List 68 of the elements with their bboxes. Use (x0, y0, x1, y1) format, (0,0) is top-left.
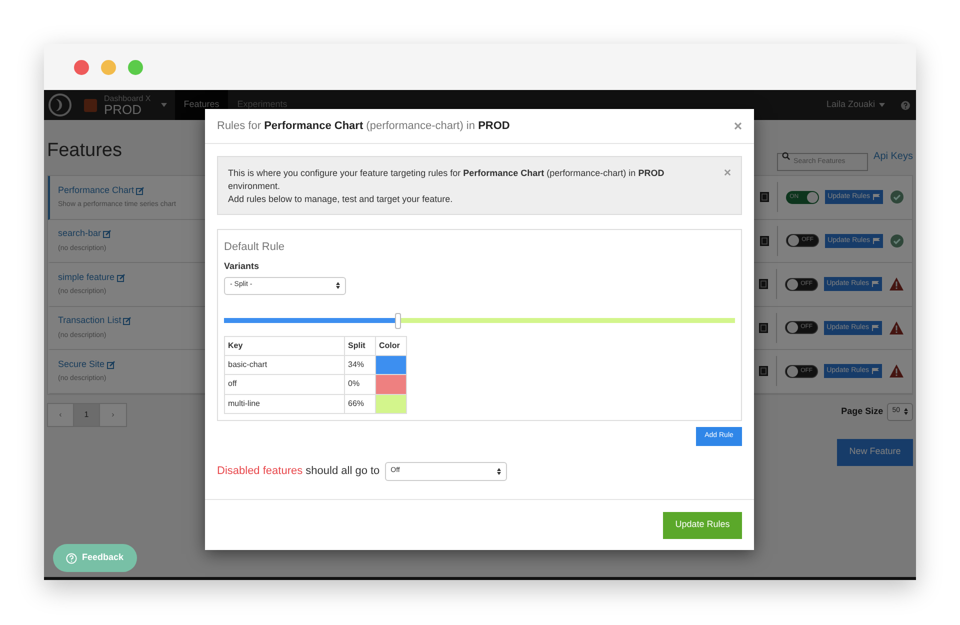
table-cell: off (224, 374, 344, 394)
variants-label: Variants (224, 260, 260, 273)
clipboard-icon[interactable] (758, 279, 768, 290)
help-icon (66, 552, 77, 564)
edit-icon[interactable] (136, 186, 144, 194)
clipboard-icon[interactable] (760, 192, 769, 202)
split-slider[interactable] (224, 314, 735, 326)
close-icon[interactable] (734, 122, 742, 130)
close-window-button[interactable] (74, 60, 89, 74)
close-icon[interactable] (724, 169, 731, 176)
select-arrows-icon (496, 468, 501, 475)
feedback-button[interactable]: Feedback (53, 544, 137, 572)
maximize-window-button[interactable] (128, 60, 143, 74)
environment-switcher[interactable]: Dashboard X PROD (104, 94, 175, 116)
alert-text: Add rules below to manage, test and target your feature. (228, 193, 454, 206)
clipboard-icon[interactable] (760, 236, 769, 246)
slider-handle[interactable] (394, 312, 401, 328)
flag-icon (873, 194, 880, 200)
feature-name[interactable]: Transaction List (58, 314, 122, 328)
edit-icon[interactable] (123, 317, 132, 325)
column-header: Split (344, 336, 376, 355)
column-header: Key (224, 336, 344, 355)
disabled-features-text: Disabled features should all go to (217, 464, 380, 480)
page-size-label: Page Size (841, 404, 884, 418)
column-header: Color (376, 336, 406, 355)
color-swatch[interactable] (376, 394, 406, 414)
clipboard-icon[interactable] (758, 322, 768, 333)
help-icon[interactable] (901, 100, 910, 110)
edit-icon[interactable] (106, 360, 115, 368)
warning-icon (889, 277, 904, 292)
alert-text: environment. (228, 180, 282, 193)
edit-icon[interactable] (116, 274, 125, 282)
page-title: Features (47, 138, 122, 162)
color-swatch[interactable] (376, 355, 406, 374)
logo-icon[interactable] (48, 93, 72, 117)
next-page-button[interactable]: › (100, 404, 126, 426)
warning-icon (889, 364, 904, 378)
feature-name[interactable]: simple feature (58, 270, 115, 284)
caret-icon (879, 103, 885, 107)
search-icon (782, 152, 790, 160)
new-feature-button[interactable]: New Feature (837, 438, 913, 466)
rule-title: Default Rule (224, 242, 286, 253)
feature-name[interactable]: Secure Site (58, 358, 105, 372)
api-keys-link[interactable]: Api Keys (874, 148, 913, 164)
flag-icon (872, 324, 879, 331)
caret-icon (160, 103, 167, 107)
select-arrows-icon (336, 282, 340, 289)
table-cell: multi-line (224, 394, 344, 414)
alert-text: This is where you configure your feature targeting rules for Performance Chart (performance-chart) in PROD (228, 167, 664, 180)
minimize-window-button[interactable] (101, 60, 116, 74)
select-arrows-icon (904, 408, 908, 415)
update-rules-button[interactable]: Update Rules (663, 512, 742, 538)
flag-icon (873, 238, 880, 244)
warning-icon (889, 320, 904, 335)
clipboard-icon[interactable] (758, 366, 768, 376)
check-circle-icon (890, 190, 904, 204)
flag-icon (872, 281, 879, 288)
dialog-title: Rules for Performance Chart (performance-chart) in PROD (217, 118, 510, 134)
table-cell: basic-chart (224, 355, 344, 374)
feature-name[interactable]: search-bar (58, 227, 102, 241)
flag-icon (872, 368, 879, 374)
edit-icon[interactable] (103, 230, 112, 238)
feature-name[interactable]: Performance Chart (58, 184, 134, 198)
check-circle-icon (890, 234, 904, 248)
page-number-button[interactable]: 1 (74, 404, 100, 426)
project-color-icon (84, 98, 97, 112)
color-swatch[interactable] (376, 374, 406, 394)
user-menu[interactable]: Laila Zouaki (826, 98, 885, 112)
